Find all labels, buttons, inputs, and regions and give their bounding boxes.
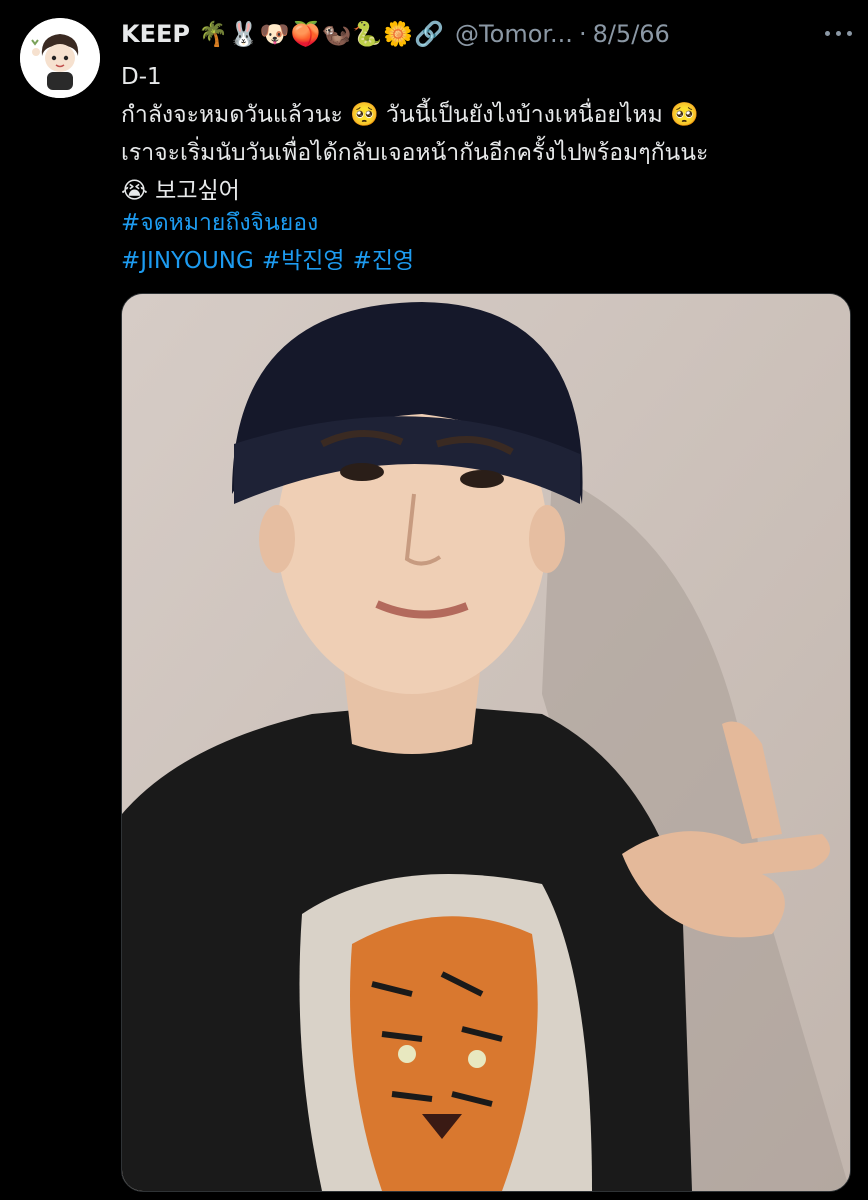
hashtag-link[interactable]: #진영: [353, 248, 415, 274]
separator-dot: ·: [578, 20, 587, 48]
tweet-photo[interactable]: [121, 293, 851, 1192]
cartoon-boy-avatar-icon: [20, 18, 100, 98]
ellipsis-dot: [846, 30, 852, 36]
hashtag-link[interactable]: #박진영: [262, 248, 345, 274]
tweet-text: D-1 กำลังจะหมดวันแล้วนะ 🥺 วันนี้เป็นยังไ…: [121, 58, 841, 210]
hashtags: #จดหมายถึงจินยอง #JINYOUNG #박진영 #진영: [121, 204, 841, 280]
hashtag-link[interactable]: #จดหมายถึงจินยอง: [121, 210, 318, 236]
user-handle[interactable]: @Tomor...: [455, 20, 573, 48]
more-options-button[interactable]: [816, 18, 860, 48]
tweet-text-line: กำลังจะหมดวันแล้วนะ 🥺 วันนี้เป็นยังไงบ้า…: [121, 102, 699, 128]
tweet-header: KEEP 🌴🐰🐶🍑🦦🐍🌼🔗 @Tomor... · 8/5/66: [121, 14, 821, 54]
name-emojis: 🌴🐰🐶🍑🦦🐍🌼🔗: [197, 20, 446, 48]
hashtag-link[interactable]: #JINYOUNG: [121, 248, 254, 274]
ellipsis-icon: [824, 30, 830, 36]
tweet-date[interactable]: 8/5/66: [593, 20, 670, 48]
ellipsis-dot: [835, 30, 841, 36]
tweet-text-line: D-1: [121, 64, 162, 90]
tweet-text-line: เราจะเริ่มนับวันเพื่อได้กลับเจอหน้ากันอี…: [121, 140, 709, 166]
display-name[interactable]: KEEP: [121, 20, 190, 48]
avatar[interactable]: [20, 18, 100, 98]
photo-man-beanie-tiger-shirt-icon: [122, 294, 850, 1191]
